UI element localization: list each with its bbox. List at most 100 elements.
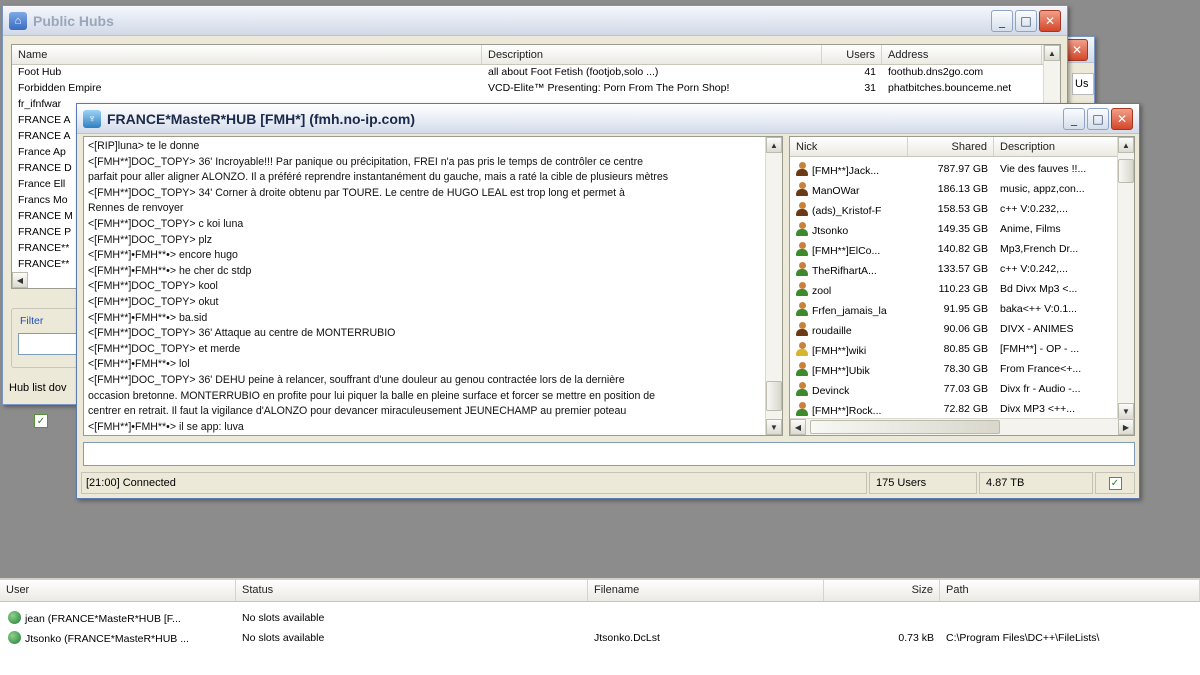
table-row[interactable]: Jtsonko (FRANCE*MasteR*HUB ... No slots a… xyxy=(0,628,1200,648)
scroll-down-icon[interactable]: ▼ xyxy=(766,419,782,435)
public-hubs-titlebar: ⌂ Public Hubs _ □ ✕ xyxy=(3,6,1067,36)
user-shared: 90.06 GB xyxy=(943,323,988,335)
cell-description: VCD-Elite™ Presenting: Porn From The Por… xyxy=(488,82,730,94)
chat-log[interactable]: <[RIP]luna> te le donne <[FMH**]DOC_TOPY>… xyxy=(83,136,783,436)
col-description[interactable]: Description xyxy=(482,45,822,64)
user-shared: 77.03 GB xyxy=(943,383,988,395)
list-item[interactable]: Jtsonko 149.35 GB Anime, Films xyxy=(790,219,1134,239)
user-icon xyxy=(796,261,808,276)
table-row[interactable]: Forbidden Empire VCD-Elite™ Presenting: P… xyxy=(12,81,1060,97)
maximize-button[interactable]: □ xyxy=(1015,9,1037,32)
list-item[interactable]: Frfen_jamais_la 91.95 GB baka<++ V:0.1... xyxy=(790,299,1134,319)
back-checkbox[interactable]: ✓ xyxy=(34,414,48,428)
list-item[interactable]: zool 110.23 GB Bd Divx Mp3 <... xyxy=(790,279,1134,299)
user-list[interactable]: Nick Shared Description [FMH**]Jack... 78… xyxy=(789,136,1135,436)
scroll-thumb[interactable] xyxy=(766,381,782,411)
scroll-up-icon[interactable]: ▲ xyxy=(766,137,782,153)
message-input[interactable] xyxy=(83,442,1135,466)
list-item[interactable]: [FMH**]Jack... 787.97 GB Vie des fauves !!… xyxy=(790,159,1134,179)
user-shared: 140.82 GB xyxy=(937,243,988,255)
user-nick: TheRifhartA... xyxy=(812,264,877,277)
scroll-down-icon[interactable]: ▼ xyxy=(1118,403,1134,419)
user-shared: 110.23 GB xyxy=(938,283,988,295)
user-list-hscroll[interactable]: ◀ ▶ xyxy=(790,418,1134,435)
col-nick[interactable]: Nick xyxy=(790,137,908,156)
chat-line: <[RIP]luna> te le donne xyxy=(88,140,200,152)
col-filename[interactable]: Filename xyxy=(588,580,824,601)
chat-line: <[FMH**]•FMH**•> encore hugo xyxy=(88,249,238,262)
col-status[interactable]: Status xyxy=(236,580,588,601)
table-row[interactable]: Foot Hub all about Foot Fetish (footjob,s… xyxy=(12,65,1060,81)
cell-users: 41 xyxy=(864,66,876,78)
transfer-path xyxy=(940,617,1200,619)
minimize-button[interactable]: _ xyxy=(1063,107,1085,130)
user-description: Bd Divx Mp3 <... xyxy=(1000,283,1078,295)
scroll-up-icon[interactable]: ▲ xyxy=(1044,45,1060,61)
scroll-thumb[interactable] xyxy=(1118,159,1134,183)
list-item[interactable]: ManOWar 186.13 GB music, appz,con... xyxy=(790,179,1134,199)
globe-icon xyxy=(8,611,21,624)
list-item[interactable]: Devinck 77.03 GB Divx fr - Audio -... xyxy=(790,379,1134,399)
list-item[interactable]: [FMH**]Rock... 72.82 GB Divx MP3 <++... xyxy=(790,399,1134,419)
hscroll-thumb[interactable] xyxy=(810,420,1000,434)
close-button[interactable]: ✕ xyxy=(1111,107,1133,130)
maximize-button[interactable]: □ xyxy=(1087,107,1109,130)
transfer-user: Jtsonko (FRANCE*MasteR*HUB ... xyxy=(25,633,189,645)
globe-icon xyxy=(8,631,21,644)
check-icon[interactable]: ✓ xyxy=(1108,476,1122,490)
filter-group: Filter xyxy=(11,308,82,368)
hub-list-header: Name Description Users Address xyxy=(12,45,1060,65)
list-item[interactable]: [FMH**]Ubik 78.30 GB From France<+... xyxy=(790,359,1134,379)
hub-status-bar: [21:00] Connected 175 Users 4.87 TB ✓ xyxy=(81,472,1137,494)
filter-input[interactable] xyxy=(18,333,82,355)
scroll-left-icon[interactable]: ◀ xyxy=(12,272,28,288)
col-address[interactable]: Address xyxy=(882,45,1042,64)
user-icon xyxy=(796,201,808,216)
status-share: 4.87 TB xyxy=(979,472,1093,494)
col-path[interactable]: Path xyxy=(940,580,1200,601)
status-checkbox[interactable]: ✓ xyxy=(1095,472,1135,494)
list-item[interactable]: [FMH**]wiki 80.85 GB [FMH**] - OP - ... xyxy=(790,339,1134,359)
user-nick-cell: [FMH**]Jack... xyxy=(790,161,908,178)
minimize-button[interactable]: _ xyxy=(991,9,1013,32)
scroll-up-icon[interactable]: ▲ xyxy=(1118,137,1134,153)
col-name[interactable]: Name xyxy=(12,45,482,64)
list-item[interactable]: TheRifhartA... 133.57 GB c++ V:0.242,... xyxy=(790,259,1134,279)
chat-line: <[FMH**]DOC_TOPY> kool xyxy=(88,280,218,293)
cell-name: Forbidden Empire xyxy=(18,82,102,94)
transfer-status: No slots available xyxy=(242,632,325,644)
list-item[interactable]: roudaille 90.06 GB DIVX - ANIMES xyxy=(790,319,1134,339)
table-row[interactable]: jean (FRANCE*MasteR*HUB [F... No slots av… xyxy=(0,608,1200,628)
user-icon xyxy=(796,221,808,236)
cell-address: phatbitches.bounceme.net xyxy=(888,82,1012,94)
user-icon xyxy=(796,241,808,256)
col-user[interactable]: User xyxy=(0,580,236,601)
transfers-header: User Status Filename Size Path xyxy=(0,580,1200,602)
scroll-right-icon[interactable]: ▶ xyxy=(1118,419,1134,435)
col-users[interactable]: Users xyxy=(822,45,882,64)
transfer-filename: Jtsonko.DcLst xyxy=(594,632,660,644)
hub-title: FRANCE*MasteR*HUB [FMH*] (fmh.no-ip.com) xyxy=(107,110,415,127)
user-icon xyxy=(796,361,808,376)
chat-line: <[FMH**]•FMH**•> il se app: luva xyxy=(88,420,244,433)
col-user-description[interactable]: Description xyxy=(994,137,1118,156)
status-connected: [21:00] Connected xyxy=(81,472,867,494)
user-nick-cell: TheRifhartA... xyxy=(790,261,908,278)
hub-list-hscroll[interactable]: ◀ xyxy=(12,272,32,288)
hub-window: ♆ FRANCE*MasteR*HUB [FMH*] (fmh.no-ip.co… xyxy=(76,103,1140,499)
user-nick: ManOWar xyxy=(812,184,860,197)
col-size[interactable]: Size xyxy=(824,580,940,601)
user-list-scrollbar[interactable]: ▲ ▼ xyxy=(1117,137,1134,419)
user-icon xyxy=(796,301,808,316)
user-icon xyxy=(796,281,808,296)
close-button[interactable]: ✕ xyxy=(1066,38,1088,61)
user-description: Divx fr - Audio -... xyxy=(1000,383,1081,395)
list-item[interactable]: [FMH**]ElCo... 140.82 GB Mp3,French Dr... xyxy=(790,239,1134,259)
chat-scrollbar[interactable]: ▲ ▼ xyxy=(765,137,782,435)
user-nick: [FMH**]wiki xyxy=(812,344,867,357)
close-button[interactable]: ✕ xyxy=(1039,9,1061,32)
scroll-left-icon[interactable]: ◀ xyxy=(790,419,806,435)
list-item[interactable]: (ads)_Kristof-F 158.53 GB c++ V:0.232,... xyxy=(790,199,1134,219)
col-shared[interactable]: Shared xyxy=(908,137,994,156)
transfers-pane[interactable]: User Status Filename Size Path jean (FRA… xyxy=(0,578,1200,675)
